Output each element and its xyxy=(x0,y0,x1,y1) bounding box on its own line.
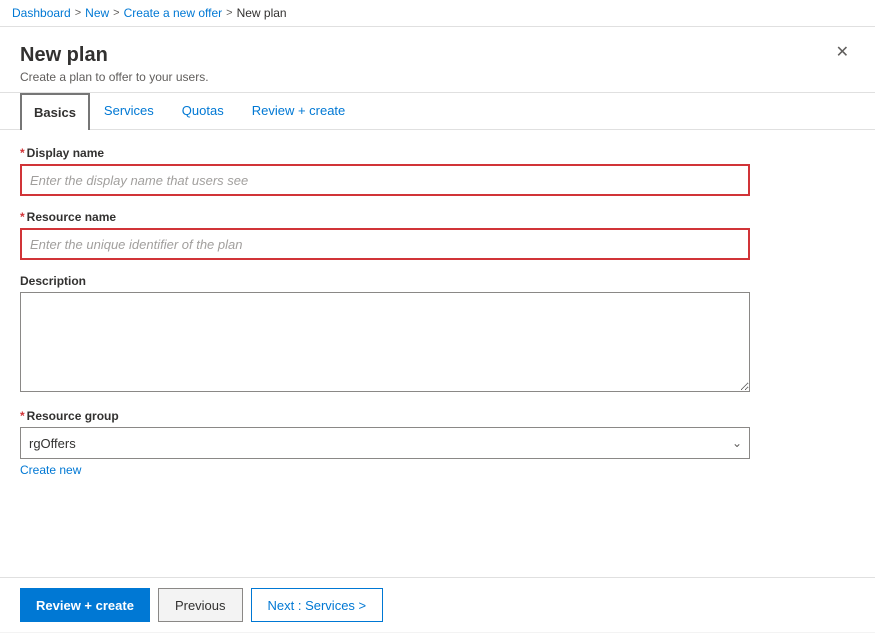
breadcrumb-sep-3: > xyxy=(226,7,232,19)
panel-footer: Review + create Previous Next : Services… xyxy=(0,577,875,632)
main-panel: New plan Create a plan to offer to your … xyxy=(0,27,875,632)
previous-button[interactable]: Previous xyxy=(158,588,243,622)
panel-header-text: New plan Create a plan to offer to your … xyxy=(20,43,209,84)
breadcrumb-create-offer[interactable]: Create a new offer xyxy=(124,6,223,20)
description-textarea[interactable] xyxy=(20,292,750,392)
resource-name-input[interactable] xyxy=(20,228,750,260)
display-name-input[interactable] xyxy=(20,164,750,196)
next-services-button[interactable]: Next : Services > xyxy=(251,588,384,622)
create-new-link[interactable]: Create new xyxy=(20,463,81,477)
close-button[interactable]: ✕ xyxy=(830,43,855,63)
description-label: Description xyxy=(20,274,855,288)
display-name-group: *Display name xyxy=(20,146,855,196)
breadcrumb-sep-1: > xyxy=(75,7,81,19)
resource-name-required: * xyxy=(20,210,25,224)
resource-group-required: * xyxy=(20,409,25,423)
breadcrumb: Dashboard > New > Create a new offer > N… xyxy=(0,0,875,27)
page-title: New plan xyxy=(20,43,209,67)
tabs-container: Basics Services Quotas Review + create xyxy=(0,93,875,130)
breadcrumb-sep-2: > xyxy=(113,7,119,19)
resource-group-label: *Resource group xyxy=(20,409,855,423)
resource-group-select[interactable]: rgOffers xyxy=(20,427,750,459)
panel-header: New plan Create a plan to offer to your … xyxy=(0,27,875,93)
tab-services[interactable]: Services xyxy=(90,93,168,130)
breadcrumb-current: New plan xyxy=(237,6,287,20)
description-group: Description xyxy=(20,274,855,395)
tab-basics[interactable]: Basics xyxy=(20,93,90,130)
tab-quotas[interactable]: Quotas xyxy=(168,93,238,130)
resource-name-label: *Resource name xyxy=(20,210,855,224)
form-content: *Display name *Resource name Description… xyxy=(0,130,875,577)
resource-name-group: *Resource name xyxy=(20,210,855,260)
breadcrumb-new[interactable]: New xyxy=(85,6,109,20)
breadcrumb-dashboard[interactable]: Dashboard xyxy=(12,6,71,20)
tab-review-create[interactable]: Review + create xyxy=(238,93,360,130)
resource-group-group: *Resource group rgOffers ⌄ Create new xyxy=(20,409,855,477)
display-name-label: *Display name xyxy=(20,146,855,160)
review-create-button[interactable]: Review + create xyxy=(20,588,150,622)
resource-group-select-wrapper: rgOffers ⌄ xyxy=(20,427,750,459)
page-subtitle: Create a plan to offer to your users. xyxy=(20,70,209,84)
display-name-required: * xyxy=(20,146,25,160)
